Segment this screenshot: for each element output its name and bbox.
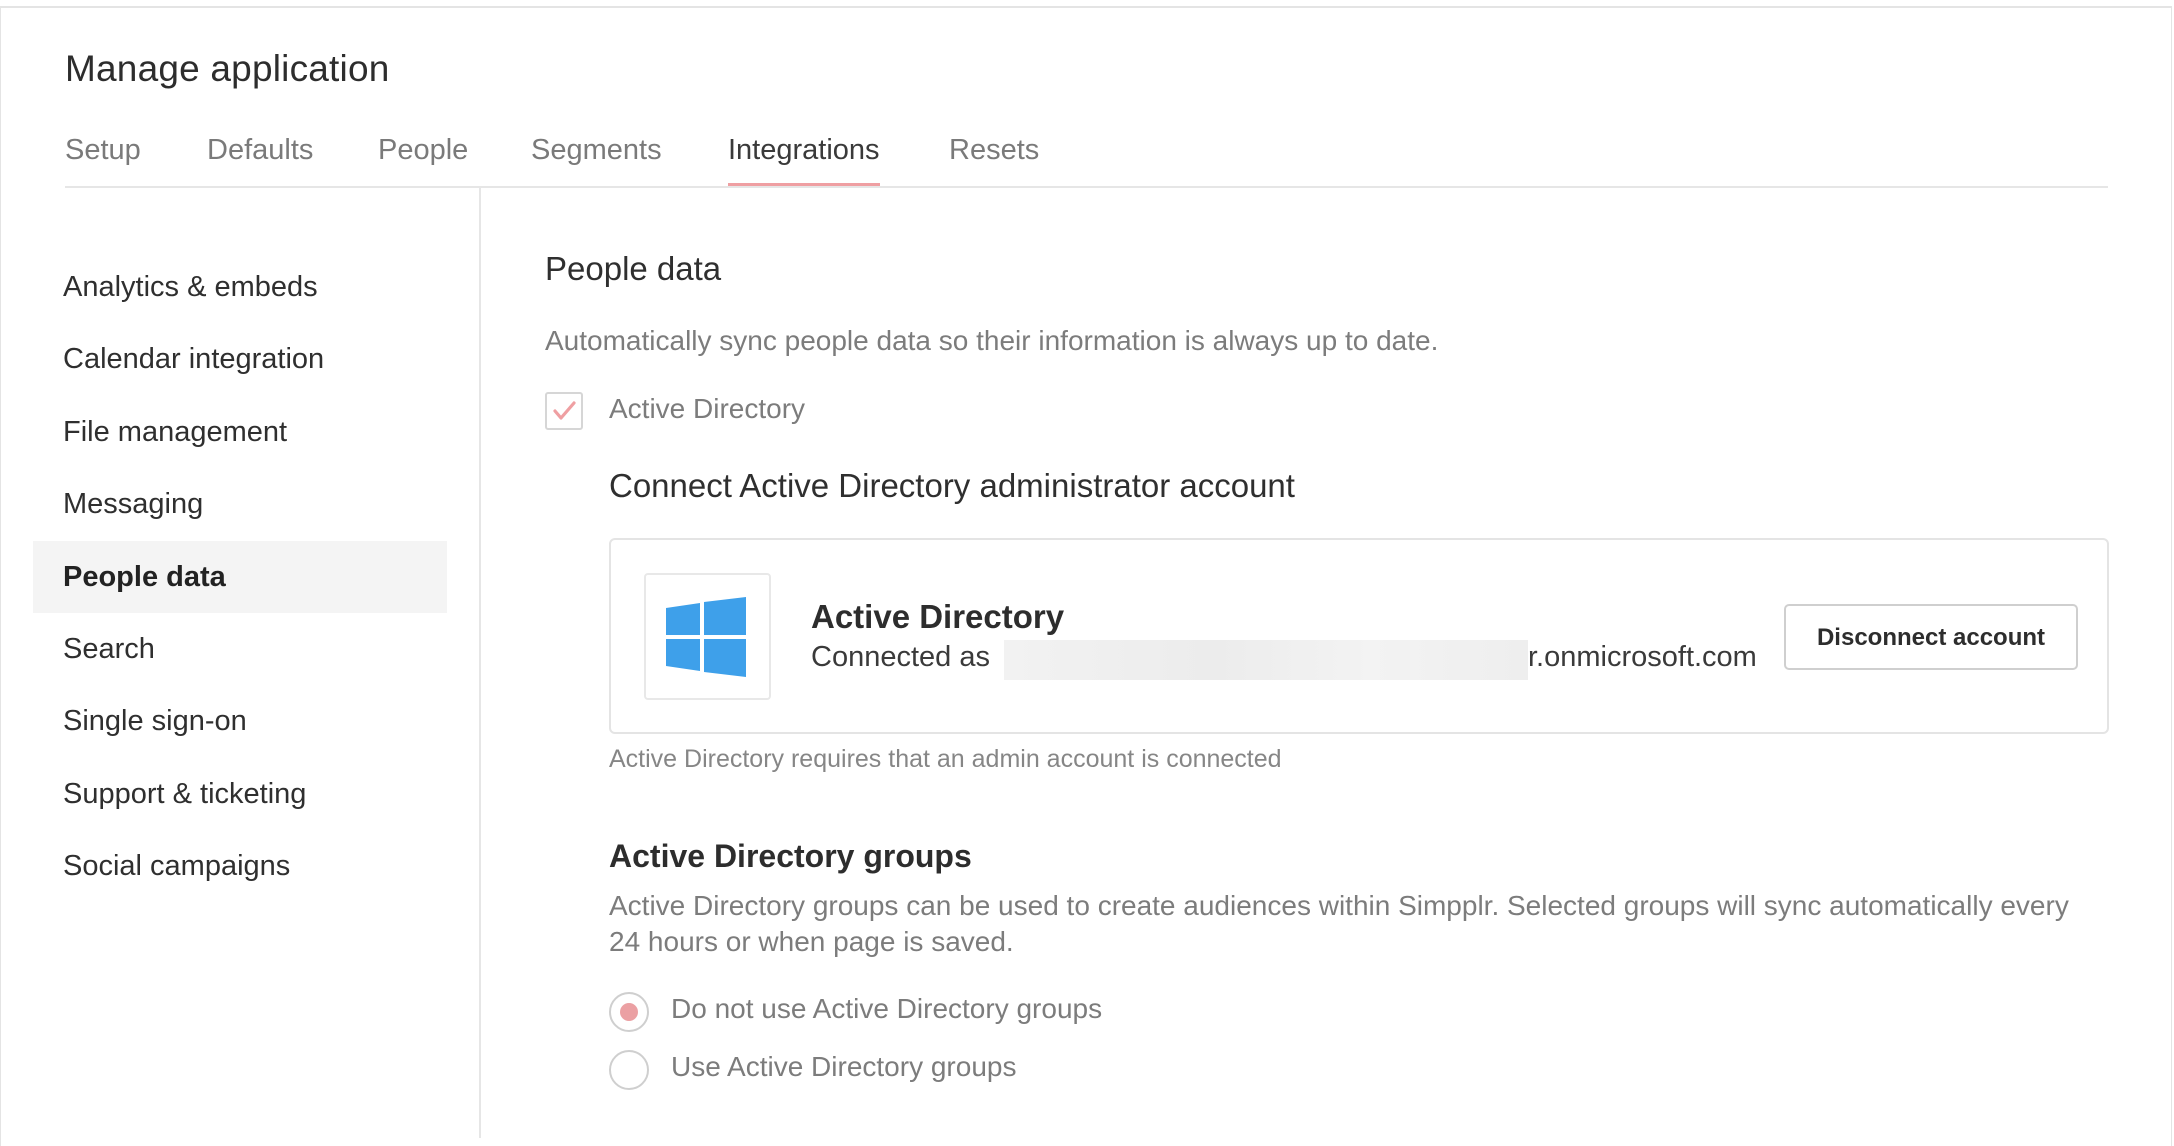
tab-people[interactable]: People [378,130,468,187]
tabs-divider [65,186,2108,188]
sidebar-item-social-campaigns[interactable]: Social campaigns [33,830,447,902]
connect-heading: Connect Active Directory administrator a… [609,467,1295,504]
page-title: Manage application [65,48,390,89]
sidebar-item-messaging[interactable]: Messaging [33,468,447,540]
windows-logo-icon [666,597,746,677]
logo-box [644,573,771,700]
groups-description: Active Directory groups can be used to c… [609,890,2069,957]
section-description: Automatically sync people data so their … [545,325,1439,356]
disconnect-account-button[interactable]: Disconnect account [1784,604,2078,670]
sidebar-item-people-data[interactable]: People data [33,541,447,613]
connected-as-label: Connected as [811,641,990,673]
redacted-account-name [1004,640,1528,680]
checkmark-icon [553,401,576,420]
sidebar-item-support-ticketing[interactable]: Support & ticketing [33,758,447,830]
admin-required-hint: Active Directory requires that an admin … [609,745,1282,773]
radio-use-groups[interactable] [609,1050,649,1090]
sidebar-item-search[interactable]: Search [33,613,447,685]
radio-do-not-use-groups[interactable] [609,992,649,1032]
account-domain: r.onmicrosoft.com [1528,641,1757,673]
account-card: Active Directory Connected as r.onmicros… [609,538,2109,734]
sidebar-item-single-sign-on[interactable]: Single sign-on [33,685,447,757]
active-directory-checkbox-label: Active Directory [609,393,806,424]
tab-defaults[interactable]: Defaults [207,130,313,187]
tab-integrations[interactable]: Integrations [728,130,880,187]
sidebar-divider [479,188,481,1138]
active-directory-checkbox[interactable] [545,392,583,430]
tab-setup[interactable]: Setup [65,130,141,187]
radio-use-groups-label: Use Active Directory groups [671,1051,1017,1082]
account-card-name: Active Directory [811,598,1065,635]
sidebar-item-calendar-integration[interactable]: Calendar integration [33,323,447,395]
tab-segments[interactable]: Segments [531,130,662,187]
radio-selected-dot [620,1003,638,1021]
groups-title: Active Directory groups [609,838,972,874]
tab-resets[interactable]: Resets [949,130,1039,187]
section-title: People data [545,250,722,287]
radio-do-not-use-groups-label: Do not use Active Directory groups [671,993,1103,1024]
sidebar-item-file-management[interactable]: File management [33,396,447,468]
sidebar-item-analytics-embeds[interactable]: Analytics & embeds [33,251,447,323]
